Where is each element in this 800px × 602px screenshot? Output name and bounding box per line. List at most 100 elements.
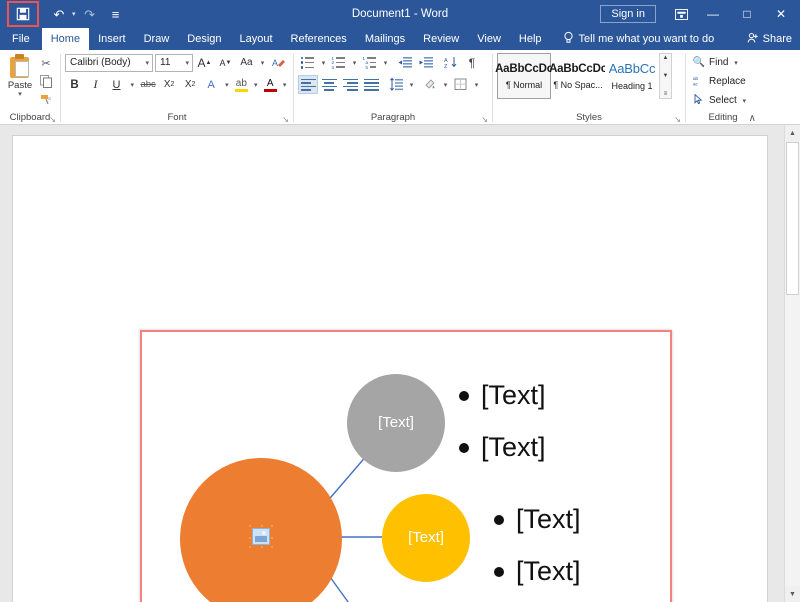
shading-dropdown-icon[interactable]: ▾ (441, 81, 450, 89)
underline-dropdown-icon[interactable]: ▾ (128, 81, 137, 89)
style-scroll-down-icon[interactable]: ▼ (663, 73, 669, 79)
tell-me-search[interactable]: Tell me what you want to do (563, 28, 714, 50)
tab-home[interactable]: Home (41, 28, 90, 50)
sort-icon[interactable]: A Z (441, 53, 461, 72)
maximize-icon[interactable]: □ (730, 0, 764, 28)
bullets-dropdown-icon[interactable]: ▾ (319, 59, 328, 67)
font-size-combo[interactable]: 11 ▾ (155, 53, 193, 72)
show-formatting-marks-icon[interactable]: ¶ (462, 53, 482, 72)
find-dropdown-icon[interactable]: ▾ (731, 59, 740, 67)
text-effects-icon[interactable]: A (202, 75, 221, 94)
style-scroll-up-icon[interactable]: ▲ (663, 55, 669, 61)
smartart-bullet-item[interactable]: [Text] (494, 556, 581, 587)
find-button[interactable]: 🔍 Find ▾ (692, 53, 740, 72)
line-spacing-dropdown-icon[interactable]: ▾ (407, 81, 416, 89)
strikethrough-button[interactable]: abc (139, 75, 158, 94)
align-left-icon[interactable] (298, 75, 318, 94)
paste-dropdown-icon[interactable]: ▾ (18, 90, 22, 98)
change-case-button[interactable]: Aa (237, 53, 256, 72)
align-right-icon[interactable] (340, 75, 360, 94)
smartart-bullet-item[interactable]: [Text] (494, 504, 581, 535)
scroll-down-icon[interactable]: ▼ (785, 586, 800, 602)
multilevel-list-icon[interactable]: 1 a b (360, 53, 380, 72)
tab-view[interactable]: View (468, 28, 510, 50)
smartart-bullet-item[interactable]: [Text] (459, 380, 546, 411)
collapse-ribbon-button[interactable]: ∧ (749, 113, 756, 124)
text-effects-label: A (207, 78, 215, 91)
style-more-icon[interactable]: ≡ (664, 91, 668, 97)
tab-mailings[interactable]: Mailings (356, 28, 414, 50)
style-gallery-scroll[interactable]: ▲ ▼ ≡ (659, 53, 672, 99)
font-name-combo[interactable]: Calibri (Body) ▾ (65, 53, 153, 72)
scrollbar-thumb[interactable] (786, 142, 799, 295)
tab-file[interactable]: File (0, 28, 42, 50)
scroll-up-icon[interactable]: ▲ (785, 125, 800, 141)
style-heading-1[interactable]: AaBbCc Heading 1 (605, 53, 659, 99)
tab-help[interactable]: Help (510, 28, 551, 50)
justify-icon[interactable] (361, 75, 381, 94)
replace-button[interactable]: ab ac Replace (692, 72, 746, 91)
borders-icon[interactable] (451, 75, 471, 94)
bullet-list-icon[interactable] (298, 53, 318, 72)
paste-button[interactable]: Paste ▾ (4, 53, 36, 98)
line-spacing-icon[interactable] (386, 75, 406, 94)
tab-layout[interactable]: Layout (231, 28, 282, 50)
style-normal[interactable]: AaBbCcDc ¶ Normal (495, 53, 553, 99)
format-painter-icon[interactable] (36, 91, 56, 108)
subscript-button[interactable]: X2 (160, 75, 179, 94)
sign-in-button[interactable]: Sign in (600, 5, 656, 23)
styles-dialog-launcher[interactable]: ↘ (674, 115, 681, 124)
shrink-font-button[interactable]: A ▼ (216, 53, 235, 72)
select-cursor-icon (692, 93, 706, 108)
cut-scissors-icon[interactable]: ✂ (36, 55, 56, 72)
tab-draw[interactable]: Draw (135, 28, 179, 50)
picture-placeholder-icon[interactable] (249, 525, 273, 548)
shading-icon[interactable] (420, 75, 440, 94)
underline-button[interactable]: U (107, 75, 126, 94)
tab-references[interactable]: References (282, 28, 356, 50)
vertical-scrollbar[interactable]: ▲ ▼ (784, 125, 800, 602)
redo-icon[interactable]: ↷ (78, 3, 102, 25)
font-dialog-launcher[interactable]: ↘ (282, 115, 289, 124)
title-bar-controls: Sign in — □ ✕ (600, 0, 800, 28)
share-button[interactable]: Share (747, 28, 792, 50)
font-color-button[interactable]: A (262, 78, 278, 92)
smartart-graphic[interactable]: [Text] [Text] [Text] [Text] [Text] [Text… (140, 330, 672, 602)
tab-insert[interactable]: Insert (89, 28, 135, 50)
clipboard-dialog-launcher[interactable]: ↘ (49, 115, 56, 124)
select-button[interactable]: Select ▾ (692, 91, 749, 110)
highlight-dropdown-icon[interactable]: ▾ (251, 81, 260, 89)
select-dropdown-icon[interactable]: ▾ (740, 97, 749, 105)
multilevel-dropdown-icon[interactable]: ▾ (381, 59, 390, 67)
tab-review[interactable]: Review (414, 28, 468, 50)
numbering-dropdown-icon[interactable]: ▾ (350, 59, 359, 67)
document-page[interactable]: [Text] [Text] [Text] [Text] [Text] [Text… (13, 136, 767, 602)
smartart-bullet-item[interactable]: [Text] (459, 432, 546, 463)
font-color-dropdown-icon[interactable]: ▾ (280, 81, 289, 89)
tab-design[interactable]: Design (178, 28, 230, 50)
text-effects-dropdown-icon[interactable]: ▾ (223, 81, 232, 89)
minimize-icon[interactable]: — (696, 0, 730, 28)
change-case-label: Aa (240, 57, 253, 68)
paragraph-dialog-launcher[interactable]: ↘ (481, 115, 488, 124)
numbered-list-icon[interactable]: 1 2 3 (329, 53, 349, 72)
increase-indent-icon[interactable] (416, 53, 436, 72)
change-case-dropdown-icon[interactable]: ▾ (258, 59, 267, 67)
borders-dropdown-icon[interactable]: ▾ (472, 81, 481, 89)
italic-button[interactable]: I (86, 75, 105, 94)
grow-font-button[interactable]: A ▲ (195, 53, 214, 72)
copy-icon[interactable] (36, 73, 56, 90)
customize-quick-access-toolbar-icon[interactable]: ≡ (104, 3, 128, 25)
clear-formatting-icon[interactable]: A (269, 53, 288, 72)
decrease-indent-icon[interactable] (395, 53, 415, 72)
close-icon[interactable]: ✕ (764, 0, 798, 28)
superscript-button[interactable]: X2 (181, 75, 200, 94)
text-highlight-color-button[interactable]: ab (233, 78, 249, 92)
undo-dropdown-icon[interactable]: ▾ (72, 10, 76, 18)
style-no-spacing[interactable]: AaBbCcDc ¶ No Spac... (549, 53, 607, 99)
ribbon-display-options-icon[interactable] (666, 0, 696, 28)
undo-icon[interactable]: ↶ (47, 3, 71, 25)
align-center-icon[interactable] (319, 75, 339, 94)
bold-button[interactable]: B (65, 75, 84, 94)
save-icon[interactable] (11, 3, 35, 25)
